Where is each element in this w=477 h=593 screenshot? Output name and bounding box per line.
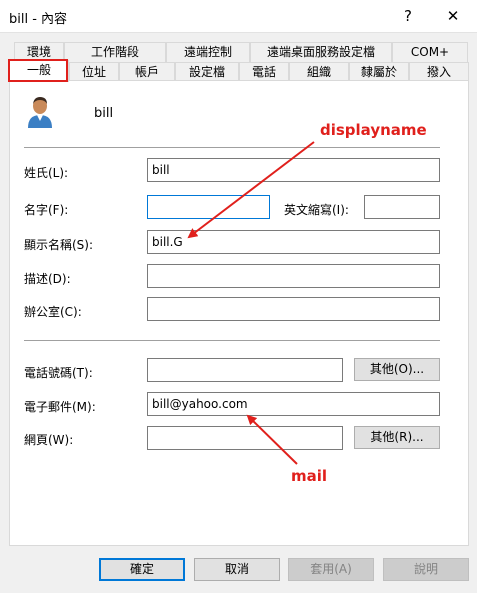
annotation-arrows — [187, 141, 315, 465]
ok-button[interactable]: 確定 — [99, 558, 185, 581]
cancel-button[interactable]: 取消 — [194, 558, 280, 581]
apply-button[interactable]: 套用(A) — [288, 558, 374, 581]
displayname-arrow — [187, 141, 315, 239]
tab-highlight-box — [8, 59, 68, 82]
help-button[interactable]: 說明 — [383, 558, 469, 581]
mail-arrow — [246, 414, 298, 465]
